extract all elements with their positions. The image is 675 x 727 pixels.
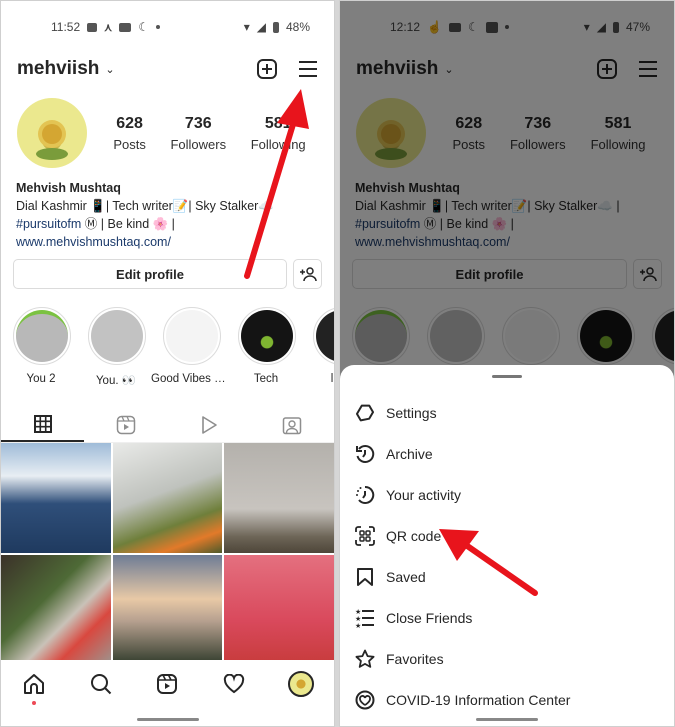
nav-home[interactable] <box>20 670 48 705</box>
menu-item-settings[interactable]: Settings <box>340 392 674 433</box>
qr-code-icon <box>355 525 375 546</box>
reels-icon <box>116 415 136 434</box>
post-thumbnail[interactable] <box>112 443 223 553</box>
highlight-cover <box>241 310 293 362</box>
highlight-item[interactable]: little <box>313 307 334 387</box>
bottom-navigation <box>1 660 334 726</box>
profile-stats: 628Posts 736Followers 581Following <box>101 115 318 152</box>
story-highlights: You 2 You. 👀 Good Vibes O... Tech little <box>1 307 334 387</box>
edit-profile-button[interactable]: Edit profile <box>13 259 287 289</box>
add-person-icon <box>299 267 317 282</box>
gesture-bar <box>476 718 538 721</box>
highlight-cover <box>166 310 218 362</box>
youtube-icon <box>119 22 132 32</box>
post-thumbnail[interactable] <box>1 555 111 665</box>
profile-header: mehviish ⌄ <box>1 53 334 85</box>
battery-level: 48% <box>285 20 310 34</box>
bookmark-icon <box>357 567 373 586</box>
svg-text:★: ★ <box>355 608 361 616</box>
nav-reels[interactable] <box>153 670 181 698</box>
profile-bio: Mehvish Mushtaq Dial Kashmir 📱| Tech wri… <box>1 179 334 251</box>
stat-following[interactable]: 581 Following <box>251 115 306 152</box>
activity-icon <box>356 485 375 504</box>
svg-text:★: ★ <box>355 622 361 628</box>
post-thumbnail[interactable] <box>224 443 334 553</box>
reels-icon <box>157 674 178 694</box>
profile-screen: 11:52 ⋏ ☾ ▾ ◢ 48% mehviish ⌄ 628 Posts 73… <box>0 0 335 727</box>
highlight-cover <box>16 310 68 362</box>
highlight-cover <box>316 310 334 362</box>
play-icon <box>202 415 217 434</box>
posts-grid <box>1 443 334 679</box>
new-post-icon[interactable] <box>256 58 278 80</box>
highlight-item[interactable]: You. 👀 <box>88 307 146 387</box>
discover-people-button[interactable] <box>293 259 322 289</box>
menu-item-close-friends[interactable]: ★ ★ ★ Close Friends <box>340 597 674 638</box>
nav-profile[interactable] <box>287 670 315 698</box>
menu-item-qr-code[interactable]: QR code <box>340 515 674 556</box>
tab-videos[interactable] <box>168 407 251 442</box>
bio-line-1: Dial Kashmir 📱| Tech writer📝| Sky Stalke… <box>16 199 274 213</box>
account-switcher[interactable]: mehviish ⌄ <box>17 58 115 80</box>
close-friends-icon: ★★★ <box>355 608 374 628</box>
wifi-icon: ▾ <box>243 20 250 34</box>
menu-item-archive[interactable]: Archive <box>340 433 674 474</box>
grid-icon <box>33 414 52 433</box>
tagged-icon <box>283 416 302 434</box>
highlight-item[interactable]: You 2 <box>13 307 71 387</box>
username: mehviish <box>17 58 100 79</box>
news-icon <box>87 22 98 32</box>
sheet-drag-handle[interactable] <box>492 375 522 378</box>
gesture-bar <box>136 718 199 721</box>
highlight-cover <box>91 310 143 362</box>
nav-activity[interactable] <box>220 670 248 698</box>
archive-icon <box>356 444 375 463</box>
post-thumbnail[interactable] <box>112 555 223 665</box>
menu-item-your-activity[interactable]: Your activity <box>340 474 674 515</box>
settings-icon <box>355 404 375 421</box>
star-icon <box>355 649 375 668</box>
profile-avatar-small <box>287 671 314 697</box>
profile-tabs <box>1 407 334 443</box>
menu-icon[interactable] <box>298 60 318 78</box>
highlight-item[interactable]: Good Vibes O... <box>151 307 231 387</box>
profile-menu-sheet: Settings Archive Your activity QR code S… <box>340 365 674 726</box>
menu-item-saved[interactable]: Saved <box>340 556 674 597</box>
post-thumbnail[interactable] <box>224 555 334 665</box>
menu-item-covid-info[interactable]: COVID-19 Information Center <box>340 679 674 720</box>
home-icon <box>24 674 45 694</box>
chevron-down-icon: ⌄ <box>105 63 115 76</box>
post-thumbnail[interactable] <box>1 443 111 553</box>
stat-followers[interactable]: 736 Followers <box>170 115 226 152</box>
signal-icon: ◢ <box>256 20 266 34</box>
covid-info-icon <box>355 690 375 709</box>
highlight-item[interactable]: Tech <box>238 307 296 387</box>
notification-dot-icon <box>155 25 160 29</box>
tab-posts-grid[interactable] <box>1 407 85 442</box>
status-bar: 11:52 ⋏ ☾ ▾ ◢ 48% <box>1 1 334 53</box>
tab-reels[interactable] <box>84 407 167 442</box>
hashtag-link[interactable]: #pursuitofm <box>16 217 81 231</box>
heart-icon <box>223 674 245 694</box>
tab-tagged[interactable] <box>251 407 334 442</box>
nav-search[interactable] <box>87 670 115 698</box>
menu-item-favorites[interactable]: Favorites <box>340 638 674 679</box>
profile-avatar[interactable] <box>17 98 87 168</box>
profile-screen-menu-open: 12:12 ☝ ☾ ▾ ◢ 47% mehviish ⌄ 628Posts 73… <box>339 0 675 727</box>
website-link[interactable]: www.mehvishmushtaq.com/ <box>16 233 319 251</box>
search-icon <box>90 674 112 695</box>
svg-text:★: ★ <box>355 615 361 623</box>
display-name: Mehvish Mushtaq <box>16 181 121 195</box>
app-icon: ⋏ <box>104 21 113 34</box>
bio-line-2: Ⓜ | Be kind 🌸 | <box>81 217 175 231</box>
moon-icon: ☾ <box>138 20 149 34</box>
battery-icon <box>272 21 279 33</box>
clock: 11:52 <box>51 20 81 34</box>
stat-posts[interactable]: 628 Posts <box>113 115 146 152</box>
